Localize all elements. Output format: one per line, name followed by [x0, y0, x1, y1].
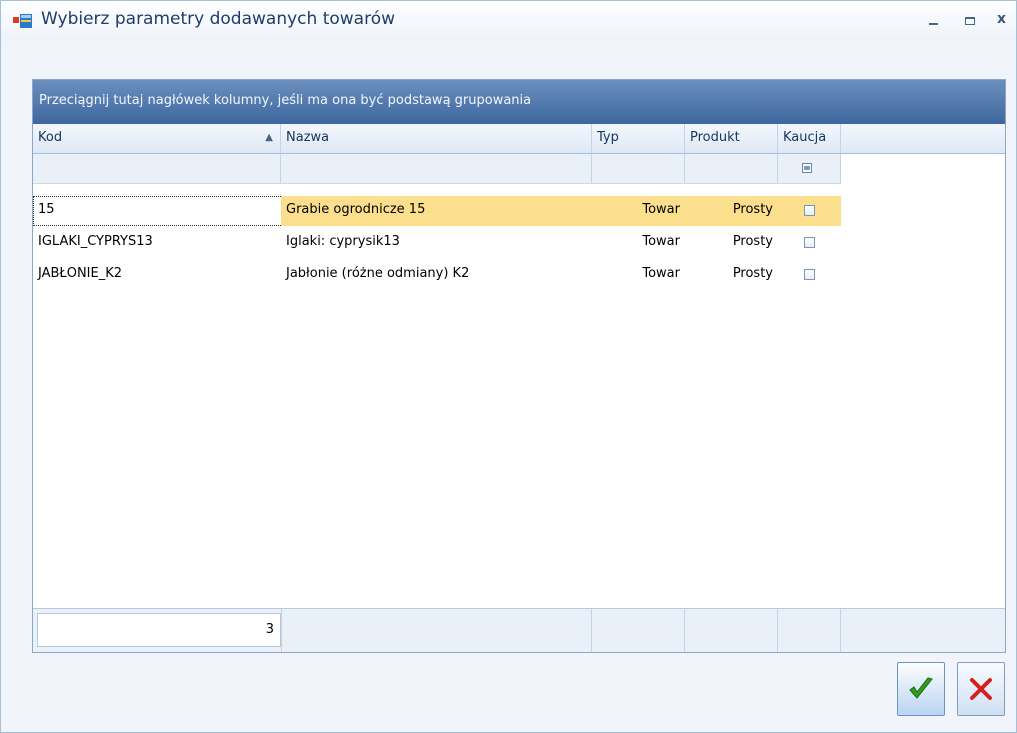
- title-bar[interactable]: Wybierz parametry dodawanych towarów x: [1, 1, 1016, 41]
- dialog-window: Wybierz parametry dodawanych towarów x P…: [0, 0, 1017, 733]
- column-label-typ: Typ: [597, 130, 619, 145]
- column-header-nazwa[interactable]: Nazwa: [281, 124, 592, 153]
- products-grid[interactable]: Przeciągnij tutaj nagłówek kolumny, jeśl…: [32, 79, 1006, 653]
- summary-footer: 3: [33, 608, 1005, 652]
- table-row[interactable]: IGLAKI_CYPRYS13 Iglaki: cyprysik13 Towar…: [33, 228, 841, 258]
- footer-typ: [592, 609, 685, 652]
- kaucja-checkbox[interactable]: [804, 269, 815, 280]
- minimize-icon[interactable]: [927, 13, 941, 27]
- column-header-kod[interactable]: Kod ▲: [33, 124, 281, 153]
- x-icon: [970, 678, 992, 700]
- footer-produkt: [685, 609, 778, 652]
- cell-kod[interactable]: JABŁONIE_K2: [33, 260, 281, 290]
- cell-nazwa[interactable]: Iglaki: cyprysik13: [281, 228, 592, 258]
- filter-kaucja[interactable]: [778, 154, 841, 183]
- cell-kod[interactable]: IGLAKI_CYPRYS13: [33, 228, 281, 258]
- cell-typ[interactable]: Towar: [592, 228, 685, 258]
- kaucja-checkbox[interactable]: [804, 205, 815, 216]
- grid-header: Kod ▲ Nazwa Typ Produkt Kaucja: [33, 124, 1005, 154]
- cell-kod[interactable]: 15: [33, 196, 281, 226]
- window-title: Wybierz parametry dodawanych towarów: [41, 9, 396, 29]
- cell-kaucja[interactable]: [778, 196, 841, 226]
- cell-produkt[interactable]: Prosty: [685, 228, 778, 258]
- cell-nazwa[interactable]: Jabłonie (różne odmiany) K2: [281, 260, 592, 290]
- filter-produkt[interactable]: [685, 154, 778, 183]
- filter-nazwa[interactable]: [281, 154, 592, 183]
- cell-typ[interactable]: Towar: [592, 196, 685, 226]
- table-row[interactable]: 15 Grabie ogrodnicze 15 Towar Prosty: [33, 196, 841, 226]
- column-label-kaucja: Kaucja: [783, 130, 827, 145]
- cell-typ[interactable]: Towar: [592, 260, 685, 290]
- group-by-hint: Przeciągnij tutaj nagłówek kolumny, jeśl…: [39, 93, 532, 108]
- close-icon[interactable]: x: [997, 11, 1006, 27]
- row-count: 3: [37, 613, 281, 647]
- group-by-panel[interactable]: Przeciągnij tutaj nagłówek kolumny, jeśl…: [33, 80, 1005, 124]
- filter-row: [33, 154, 841, 184]
- sort-ascending-icon: ▲: [265, 132, 273, 143]
- cell-produkt[interactable]: Prosty: [685, 260, 778, 290]
- checkmark-icon: [909, 677, 933, 699]
- filter-checkbox-kaucja[interactable]: [802, 163, 812, 173]
- footer-kaucja: [778, 609, 841, 652]
- column-label-nazwa: Nazwa: [286, 130, 330, 145]
- filter-kod[interactable]: [33, 154, 281, 183]
- ok-button[interactable]: [897, 662, 945, 716]
- footer-nazwa: [281, 609, 592, 652]
- cell-nazwa[interactable]: Grabie ogrodnicze 15: [281, 196, 592, 226]
- kaucja-checkbox[interactable]: [804, 237, 815, 248]
- footer-kod: 3: [33, 609, 281, 652]
- cell-produkt[interactable]: Prosty: [685, 196, 778, 226]
- cell-kaucja[interactable]: [778, 228, 841, 258]
- column-header-typ[interactable]: Typ: [592, 124, 685, 153]
- column-label-kod: Kod: [38, 130, 63, 145]
- app-icon: [13, 14, 32, 28]
- maximize-icon[interactable]: [963, 13, 977, 27]
- cancel-button[interactable]: [957, 662, 1005, 716]
- filter-typ[interactable]: [592, 154, 685, 183]
- column-header-kaucja[interactable]: Kaucja: [778, 124, 841, 153]
- column-header-produkt[interactable]: Produkt: [685, 124, 778, 153]
- table-row[interactable]: JABŁONIE_K2 Jabłonie (różne odmiany) K2 …: [33, 260, 841, 290]
- column-label-produkt: Produkt: [690, 130, 740, 145]
- cell-kaucja[interactable]: [778, 260, 841, 290]
